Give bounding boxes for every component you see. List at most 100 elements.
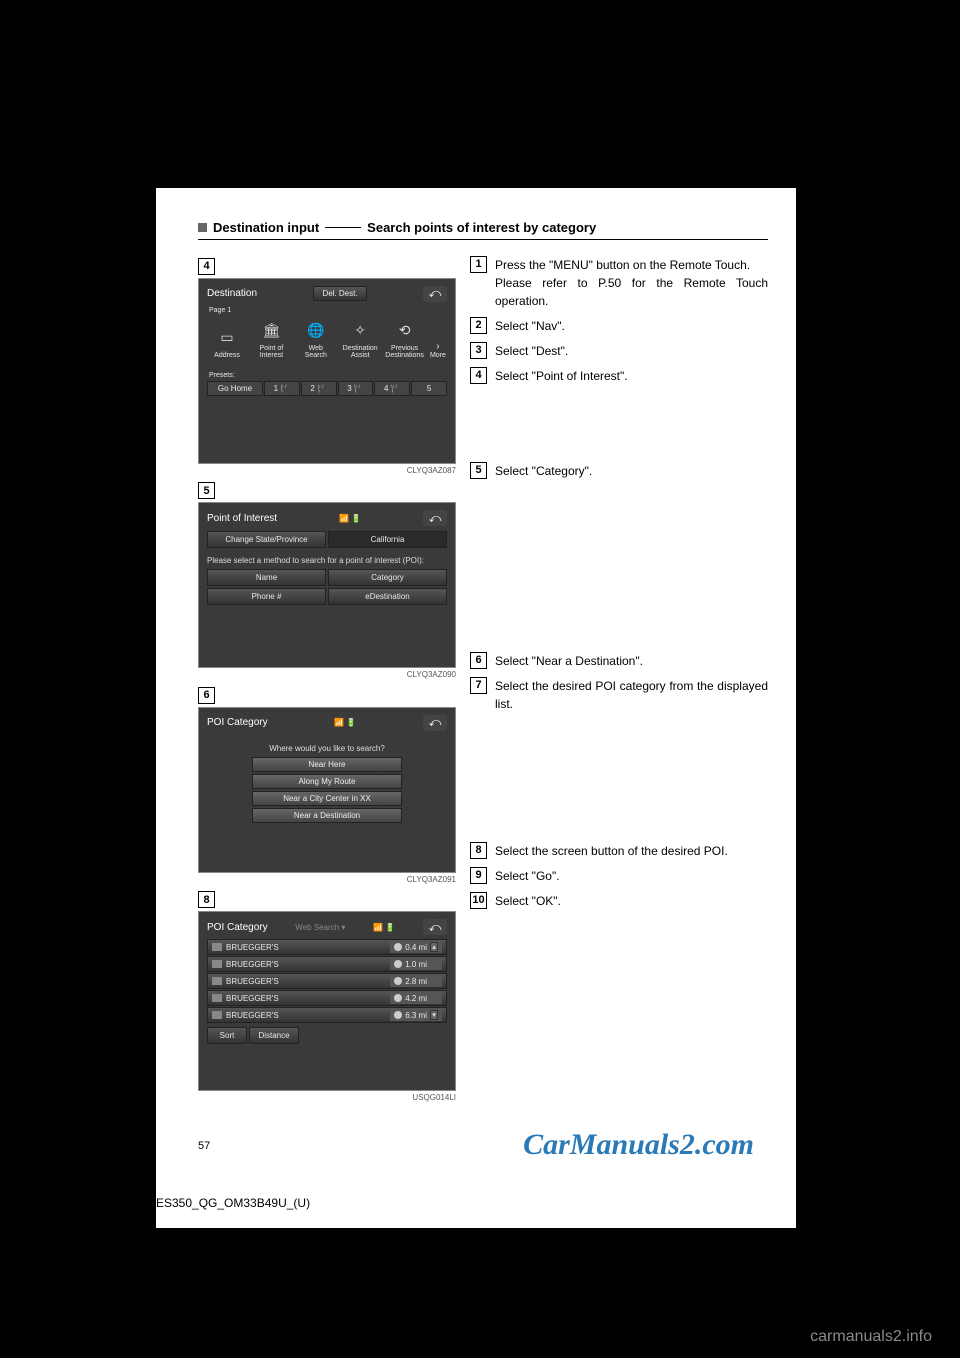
step-num: 3 [470, 342, 487, 359]
back-button[interactable]: ⤺ [423, 919, 447, 935]
back-button[interactable]: ⤺ [423, 286, 447, 302]
screen-title: Destination [207, 288, 257, 299]
result-name: BRUEGGER'S [226, 994, 279, 1003]
scroll-down-icon[interactable]: ▾ [430, 1010, 438, 1020]
step-num: 10 [470, 892, 487, 909]
badge-5: 5 [198, 482, 215, 499]
opt-near-dest[interactable]: Near a Destination [252, 808, 402, 823]
opt-edest[interactable]: eDestination [328, 588, 447, 605]
step-num: 5 [470, 462, 487, 479]
poi-result-icon [212, 977, 222, 985]
opt-near-city[interactable]: Near a City Center in XX [252, 791, 402, 806]
step-group-2: 5 Select "Category". [470, 462, 768, 652]
back-button[interactable]: ⤺ [423, 715, 447, 731]
step-num: 1 [470, 256, 487, 273]
web-search-tab[interactable]: Web Search ▾ [295, 923, 345, 932]
distance-button[interactable]: Distance [249, 1027, 299, 1044]
step-text: Select "Point of Interest". [495, 367, 628, 385]
icon-label: Address [214, 352, 240, 359]
state-value: California [328, 531, 447, 548]
step-text: Select "OK". [495, 892, 561, 910]
page-number: 57 [198, 1140, 210, 1152]
web-icon: 🌐 [305, 320, 327, 342]
doc-reference: ES350_QG_OM33B49U_(U) [156, 1196, 310, 1210]
step-text: Select "Category". [495, 462, 592, 480]
screen-poi: Point of Interest 📶 🔋 ⤺ Change State/Pro… [198, 502, 456, 668]
sort-button[interactable]: Sort [207, 1027, 247, 1044]
opt-along-route[interactable]: Along My Route [252, 774, 402, 789]
result-row[interactable]: BRUEGGER'S 1.0 mi▪ [207, 956, 447, 972]
footer-brand: carmanuals2.info [810, 1328, 932, 1346]
screen-title: Point of Interest [207, 513, 277, 524]
del-dest-button[interactable]: Del. Dest. [313, 286, 366, 301]
step-num: 6 [470, 652, 487, 669]
icon-websearch[interactable]: 🌐 WebSearch [296, 320, 336, 360]
poi-result-icon [212, 994, 222, 1002]
opt-category[interactable]: Category [328, 569, 447, 586]
result-row[interactable]: BRUEGGER'S 2.8 mi▪ [207, 973, 447, 989]
preset-gohome[interactable]: Go Home [207, 381, 263, 396]
icon-destassist[interactable]: ✧DestinationAssist [340, 320, 380, 360]
address-icon: ▭ [216, 327, 238, 349]
screen-poi-category: POI Category 📶 🔋 ⤺ Where would you like … [198, 707, 456, 873]
screen-poi-results: POI Category Web Search ▾ 📶 🔋 ⤺ BRUEGGER… [198, 911, 456, 1091]
icon-poi[interactable]: 🏛Point ofInterest [251, 320, 291, 360]
signal-battery-icon: 📶 🔋 [339, 514, 361, 523]
opt-near-here[interactable]: Near Here [252, 757, 402, 772]
direction-icon [394, 960, 402, 968]
scroll-up-icon[interactable]: ▴ [430, 942, 438, 952]
badge-4: 4 [198, 258, 215, 275]
header-title: Search points of interest by category [367, 220, 596, 235]
watermark-logo: CarManuals2.com [523, 1128, 754, 1162]
direction-icon [394, 1011, 402, 1019]
ref-code: USQG014LI [198, 1093, 456, 1102]
opt-name[interactable]: Name [207, 569, 326, 586]
result-row[interactable]: BRUEGGER'S 0.4 mi▴ [207, 939, 447, 955]
icon-label: Point ofInterest [260, 345, 284, 360]
instructions-column: 1 Press the "MENU" button on the Remote … [470, 256, 768, 1108]
step-text: Select "Nav". [495, 317, 565, 335]
ref-code: CLYQ3AZ090 [198, 670, 456, 679]
result-dist: 0.4 mi [405, 943, 427, 952]
step-num: 4 [470, 367, 487, 384]
direction-icon [394, 977, 402, 985]
result-row[interactable]: BRUEGGER'S 4.2 mi▪ [207, 990, 447, 1006]
result-name: BRUEGGER'S [226, 960, 279, 969]
presets-label: Presets: [203, 368, 451, 381]
icon-label: WebSearch [305, 345, 327, 360]
screenshot-6: 6 POI Category 📶 🔋 ⤺ Where would you lik… [198, 685, 456, 884]
step-text: Press the "MENU" button on the Remote To… [495, 256, 768, 310]
result-dist: 1.0 mi [405, 960, 427, 969]
header-marker-icon [198, 223, 207, 232]
content-columns: 4 Destination Del. Dest. ⤺ Page 1 ▭ Addre… [198, 256, 768, 1108]
opt-phone[interactable]: Phone # [207, 588, 326, 605]
step-text: Select "Dest". [495, 342, 568, 360]
back-button[interactable]: ⤺ [423, 510, 447, 526]
preset-5[interactable]: 5 [411, 381, 447, 396]
preset-2[interactable]: 2 🏴 [301, 381, 337, 396]
result-name: BRUEGGER'S [226, 943, 279, 952]
preset-1[interactable]: 1 🏴 [264, 381, 300, 396]
direction-icon [394, 943, 402, 951]
result-name: BRUEGGER'S [226, 977, 279, 986]
preset-3[interactable]: 3 🏴 [338, 381, 374, 396]
icon-more[interactable]: ›More [429, 341, 447, 360]
step-num: 9 [470, 867, 487, 884]
step-main: Press the "MENU" button on the Remote To… [495, 256, 768, 274]
page-indicator: Page 1 [203, 305, 451, 316]
screenshots-column: 4 Destination Del. Dest. ⤺ Page 1 ▭ Addre… [198, 256, 456, 1108]
poi-result-icon [212, 960, 222, 968]
icon-previous[interactable]: ⟲PreviousDestinations [385, 320, 425, 360]
icon-address[interactable]: ▭ Address [207, 327, 247, 360]
result-name: BRUEGGER'S [226, 1011, 279, 1020]
ref-code: CLYQ3AZ091 [198, 875, 456, 884]
result-row[interactable]: BRUEGGER'S 6.3 mi▾ [207, 1007, 447, 1023]
signal-battery-icon: 📶 🔋 [334, 718, 356, 727]
preset-4[interactable]: 4 🏴 [374, 381, 410, 396]
step-num: 8 [470, 842, 487, 859]
poi-result-icon [212, 943, 222, 951]
change-state-button[interactable]: Change State/Province [207, 531, 326, 548]
screen-title: POI Category [207, 717, 268, 728]
assist-icon: ✧ [349, 320, 371, 342]
search-question: Where would you like to search? [203, 734, 451, 755]
